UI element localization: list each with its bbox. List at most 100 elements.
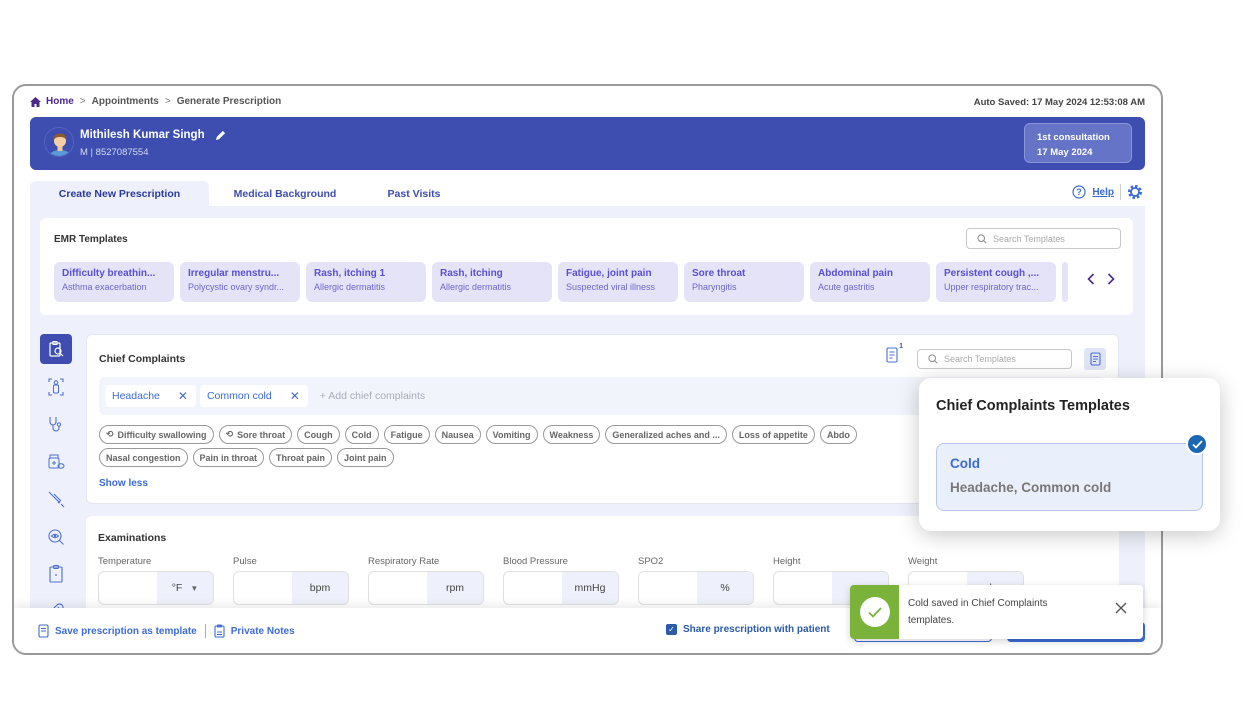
suggestion-pill[interactable]: Cold (344, 425, 379, 444)
breadcrumb: Home > Appointments > Generate Prescript… (30, 96, 281, 107)
pulse-input[interactable] (234, 572, 292, 604)
suggestion-pill[interactable]: Nasal congestion (99, 448, 188, 467)
close-icon[interactable] (1115, 601, 1127, 619)
suggestion-pill[interactable]: Vomiting (485, 425, 538, 444)
breadcrumb-current: Generate Prescription (176, 96, 282, 107)
search-icon (928, 354, 938, 364)
respiratory-rate-input[interactable] (369, 572, 427, 604)
chief-complaints-templates-popover: Chief Complaints Templates Cold Headache… (919, 378, 1220, 531)
body-scan-icon (48, 377, 64, 396)
show-less-link[interactable]: Show less (99, 478, 148, 489)
app-window: Home > Appointments > Generate Prescript… (12, 84, 1163, 655)
chevron-right-icon: > (164, 96, 171, 107)
emr-template-card[interactable]: Difficulty breathin... Asthma exacerbatio… (54, 262, 174, 302)
check-circle-icon (1186, 433, 1208, 455)
template-name: Cold (950, 456, 980, 471)
save-prescription-template-button[interactable]: Save prescription as template (38, 624, 197, 638)
sidebar-item-stethoscope[interactable] (40, 409, 72, 439)
spo2-input[interactable] (639, 572, 697, 604)
chevron-right-icon[interactable] (1107, 273, 1115, 285)
private-notes-button[interactable]: Private Notes (214, 624, 295, 638)
save-as-template-button[interactable] (1084, 348, 1106, 370)
history-icon: ⟲ (106, 429, 114, 439)
emr-template-card[interactable]: Sore throat Pharyngitis (684, 262, 804, 302)
blood-pressure-input[interactable] (504, 572, 562, 604)
saved-templates-button[interactable]: 1 (886, 343, 903, 368)
template-count-badge: 1 (899, 343, 903, 350)
chief-complaints-search-input[interactable]: Search Templates (917, 349, 1072, 369)
breadcrumb-appointments[interactable]: Appointments (92, 96, 159, 107)
stethoscope-icon (49, 417, 62, 432)
temperature-unit-select[interactable]: °F ▼ (157, 572, 213, 604)
breadcrumb-home[interactable]: Home (30, 96, 74, 107)
suggestion-pill[interactable]: ⟲ Sore throat (218, 425, 293, 444)
chevron-right-icon: > (79, 96, 86, 107)
add-complaint-placeholder[interactable]: + Add chief complaints (320, 390, 425, 402)
clipboard-icon (49, 565, 63, 583)
suggestion-pill[interactable]: Fatigue (383, 425, 430, 444)
vital-blood-pressure: Blood Pressure mmHg (503, 556, 619, 605)
suggestion-pill[interactable]: ⟲ Difficulty swallowing (99, 425, 214, 444)
suggestion-pill[interactable]: Cough (297, 425, 340, 444)
suggestion-pill[interactable]: Pain in throat (192, 448, 265, 467)
vital-respiratory-rate: Respiratory Rate rpm (368, 556, 484, 605)
emr-template-card[interactable]: Rash, itching 1 Allergic dermatitis (306, 262, 426, 302)
history-icon: ⟲ (225, 429, 234, 439)
emr-template-card[interactable]: Rash, itching Allergic dermatitis (432, 262, 552, 302)
emr-template-list: Difficulty breathin... Asthma exacerbatio… (54, 262, 1068, 302)
emr-template-card[interactable]: Fatigue, joint pain Suspected viral illne… (558, 262, 678, 302)
selected-complaint-chip: Common cold ✕ (199, 385, 308, 407)
avatar (44, 127, 74, 157)
emr-search-input[interactable]: Search Templates (966, 228, 1121, 249)
suggestion-pill[interactable]: Generalized aches and ... (605, 425, 727, 444)
suggestion-pill[interactable]: Loss of appetite (731, 425, 815, 444)
complaint-suggestions: ⟲ Difficulty swallowing ⟲ Sore throat Coug… (99, 425, 919, 467)
divider (1120, 184, 1121, 200)
home-icon (30, 96, 41, 107)
sidebar-item-medicine[interactable] (40, 447, 72, 477)
caret-down-icon: ▼ (190, 583, 199, 593)
suggestion-pill[interactable]: Joint pain (337, 448, 394, 467)
chief-complaints-title: Chief Complaints (99, 353, 186, 365)
suggestion-pill[interactable]: Abdo (819, 425, 857, 444)
popover-title: Chief Complaints Templates (936, 398, 1130, 414)
emr-template-card[interactable]: Persistent cough ,... Upper respiratory t… (936, 262, 1056, 302)
eye-search-icon (48, 528, 64, 545)
remove-chip-icon[interactable]: ✕ (178, 389, 188, 403)
help-circle-icon[interactable]: ? (1072, 185, 1086, 199)
share-with-patient-checkbox[interactable]: ✓ Share prescription with patient (666, 624, 830, 635)
sidebar-item-body[interactable] (40, 372, 72, 402)
emr-template-card[interactable]: Irregular menstru... Polycystic ovary syn… (180, 262, 300, 302)
tab-medical-background[interactable]: Medical Background (209, 181, 361, 209)
emr-template-card-partial[interactable] (1062, 262, 1068, 302)
temperature-input[interactable] (99, 572, 157, 604)
sidebar-item-vaccination[interactable] (40, 484, 72, 514)
patient-name: Mithilesh Kumar Singh (80, 129, 226, 141)
emr-templates-title: EMR Templates (54, 234, 128, 245)
edit-pencil-icon[interactable] (215, 130, 226, 141)
help-link[interactable]: Help (1092, 187, 1114, 198)
clipboard-search-icon (49, 341, 64, 357)
sidebar-item-clipboard[interactable] (40, 559, 72, 589)
vital-spo2: SPO2 % (638, 556, 754, 605)
suggestion-pill[interactable]: Weakness (542, 425, 601, 444)
sidebar-item-examinations[interactable] (40, 522, 72, 552)
medicine-icon (48, 454, 65, 469)
tab-bar: Create New Prescription Medical Backgrou… (30, 181, 467, 209)
sidebar-item-chief-complaints[interactable] (40, 334, 72, 364)
checkbox-checked-icon: ✓ (666, 624, 677, 635)
patient-meta: M | 8527087554 (80, 147, 149, 158)
template-card-cold[interactable]: Cold Headache, Common cold (936, 443, 1203, 511)
search-icon (977, 233, 987, 244)
emr-carousel-nav (1087, 273, 1115, 285)
emr-template-card[interactable]: Abdominal pain Acute gastritis (810, 262, 930, 302)
gear-icon[interactable] (1127, 184, 1143, 200)
tab-create-new-prescription[interactable]: Create New Prescription (30, 181, 209, 209)
vital-temperature: Temperature °F ▼ (98, 556, 214, 605)
remove-chip-icon[interactable]: ✕ (290, 389, 300, 403)
suggestion-pill[interactable]: Throat pain (269, 448, 333, 467)
height-input[interactable] (774, 572, 832, 604)
chevron-left-icon[interactable] (1087, 273, 1095, 285)
tab-past-visits[interactable]: Past Visits (361, 181, 467, 209)
suggestion-pill[interactable]: Nausea (434, 425, 481, 444)
